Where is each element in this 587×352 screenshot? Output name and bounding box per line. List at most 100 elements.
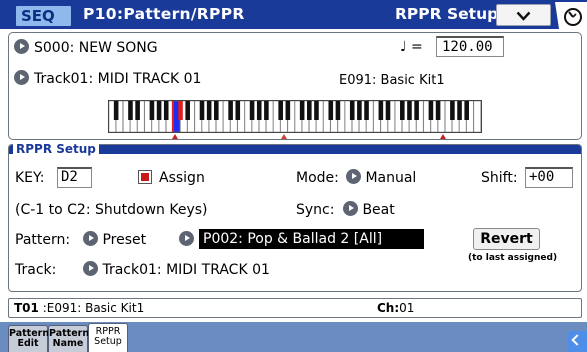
key-range-marker [172, 134, 178, 139]
chevron-down-icon [516, 11, 531, 21]
shift-field[interactable]: +00 [525, 167, 573, 188]
select-arrow-icon [14, 70, 29, 85]
info-bar: T01 :E091: Basic Kit1 Ch:01 [8, 298, 582, 318]
select-arrow-icon [179, 231, 194, 246]
assign-label: Assign [159, 170, 205, 186]
black-key[interactable] [299, 101, 305, 120]
info-ch-label: Ch: [377, 301, 400, 315]
tab-label-line2: Edit [17, 338, 39, 349]
black-key[interactable] [450, 101, 455, 120]
select-arrow-icon [343, 201, 358, 216]
mode-label: Mode: [296, 170, 339, 186]
black-key[interactable] [214, 101, 219, 120]
select-arrow-icon [83, 231, 98, 246]
info-ch-value: 01 [399, 301, 415, 315]
black-key[interactable] [199, 101, 205, 120]
shift-label: Shift: [481, 170, 518, 186]
title-bar: SEQ P10:Pattern/RPPR RPPR Setup [0, 0, 587, 29]
song-select[interactable]: S000: NEW SONG [14, 39, 158, 57]
assign-checkbox[interactable] [138, 170, 152, 184]
black-key[interactable] [414, 101, 419, 120]
black-key[interactable] [113, 101, 119, 120]
song-panel: S000: NEW SONG ♩ = 120.00 Track01: MIDI … [8, 32, 582, 140]
key-field[interactable]: D2 [57, 167, 92, 188]
pattern-label: Pattern: [15, 232, 71, 248]
black-key[interactable] [235, 101, 241, 120]
black-key[interactable] [185, 101, 190, 120]
track-select[interactable]: Track01: MIDI TRACK 01 [14, 70, 201, 88]
black-key[interactable] [285, 101, 291, 120]
black-key[interactable] [435, 101, 441, 120]
tab-label-line2: Name [52, 338, 84, 349]
black-key[interactable] [149, 101, 155, 120]
revert-button[interactable]: Revert [473, 228, 540, 250]
black-key[interactable] [407, 101, 412, 120]
black-key[interactable] [307, 101, 312, 120]
keyboard-keys[interactable] [109, 101, 481, 132]
section-title: RPPR Setup [395, 5, 499, 23]
track-value: Track01: MIDI TRACK 01 [102, 262, 270, 278]
info-program: :E091: Basic Kit1 [38, 301, 145, 315]
mode-value: Manual [365, 170, 417, 186]
key-label: KEY: [15, 170, 45, 186]
black-key[interactable] [364, 101, 369, 120]
page-title: P10:Pattern/RPPR [83, 5, 245, 23]
black-key[interactable] [428, 101, 434, 120]
info-track: T01 :E091: Basic Kit1 [14, 299, 144, 317]
black-key[interactable] [385, 101, 391, 120]
track-select[interactable]: Track01: MIDI TRACK 01 [83, 261, 270, 279]
sync-label: Sync: [296, 202, 335, 218]
black-key[interactable] [400, 101, 405, 120]
black-key[interactable] [278, 101, 283, 120]
black-key[interactable] [328, 101, 334, 120]
black-key[interactable] [228, 101, 233, 120]
info-channel: Ch:01 [377, 299, 414, 317]
black-key[interactable] [349, 101, 355, 120]
tab-rppr-setup[interactable]: RPPR Setup [88, 323, 128, 352]
black-key[interactable] [135, 101, 140, 120]
shutdown-keys-note: (C-1 to C2: Shutdown Keys) [15, 202, 208, 218]
kit-label: E091: Basic Kit1 [339, 73, 445, 88]
black-key[interactable] [335, 101, 341, 120]
black-key[interactable] [256, 101, 262, 120]
mode-select[interactable]: Manual [346, 169, 416, 187]
black-key[interactable] [357, 101, 362, 120]
key-range-marker [440, 134, 446, 139]
tab-pattern-edit[interactable]: Pattern Edit [8, 325, 49, 352]
black-key[interactable] [314, 101, 319, 120]
black-key[interactable] [464, 101, 469, 120]
white-key[interactable] [473, 101, 481, 132]
track-label: Track01: MIDI TRACK 01 [34, 71, 202, 87]
black-key[interactable] [163, 101, 169, 120]
revert-note: (to last assigned) [468, 253, 558, 263]
pattern-field[interactable]: P002: Pop & Ballad 2 [All] [199, 229, 424, 249]
key-range-marker [281, 134, 287, 139]
pattern-bank-select[interactable]: Preset [83, 231, 146, 249]
black-key[interactable] [206, 101, 212, 120]
track-label: Track: [15, 262, 57, 278]
select-arrow-icon [14, 39, 29, 54]
mode-badge: SEQ [16, 6, 71, 26]
black-key[interactable] [128, 101, 133, 120]
rppr-legend: RPPR Setup [13, 143, 99, 156]
key-split-marker [171, 101, 174, 132]
pattern-select-arrow[interactable] [179, 231, 194, 249]
pattern-bank-value: Preset [102, 232, 147, 248]
sync-select[interactable]: Beat [343, 201, 395, 219]
black-key[interactable] [378, 101, 384, 120]
rppr-setup-panel: RPPR Setup KEY: D2 Assign Mode: Manual S… [8, 143, 582, 292]
page-menu-button[interactable] [496, 4, 551, 26]
info-track-number: T01 [14, 301, 39, 315]
clock-icon [555, 2, 587, 29]
black-key[interactable] [264, 101, 269, 120]
tempo-field[interactable]: 120.00 [436, 36, 504, 57]
black-key[interactable] [156, 101, 162, 120]
black-key[interactable] [249, 101, 255, 120]
select-arrow-icon [83, 261, 98, 276]
black-key[interactable] [178, 101, 183, 120]
black-key[interactable] [457, 101, 462, 120]
keyboard[interactable] [108, 100, 482, 133]
collapse-arrow-icon[interactable] [568, 331, 587, 352]
tab-pattern-name[interactable]: Pattern Name [48, 325, 89, 352]
tab-label-line2: Setup [94, 336, 122, 347]
